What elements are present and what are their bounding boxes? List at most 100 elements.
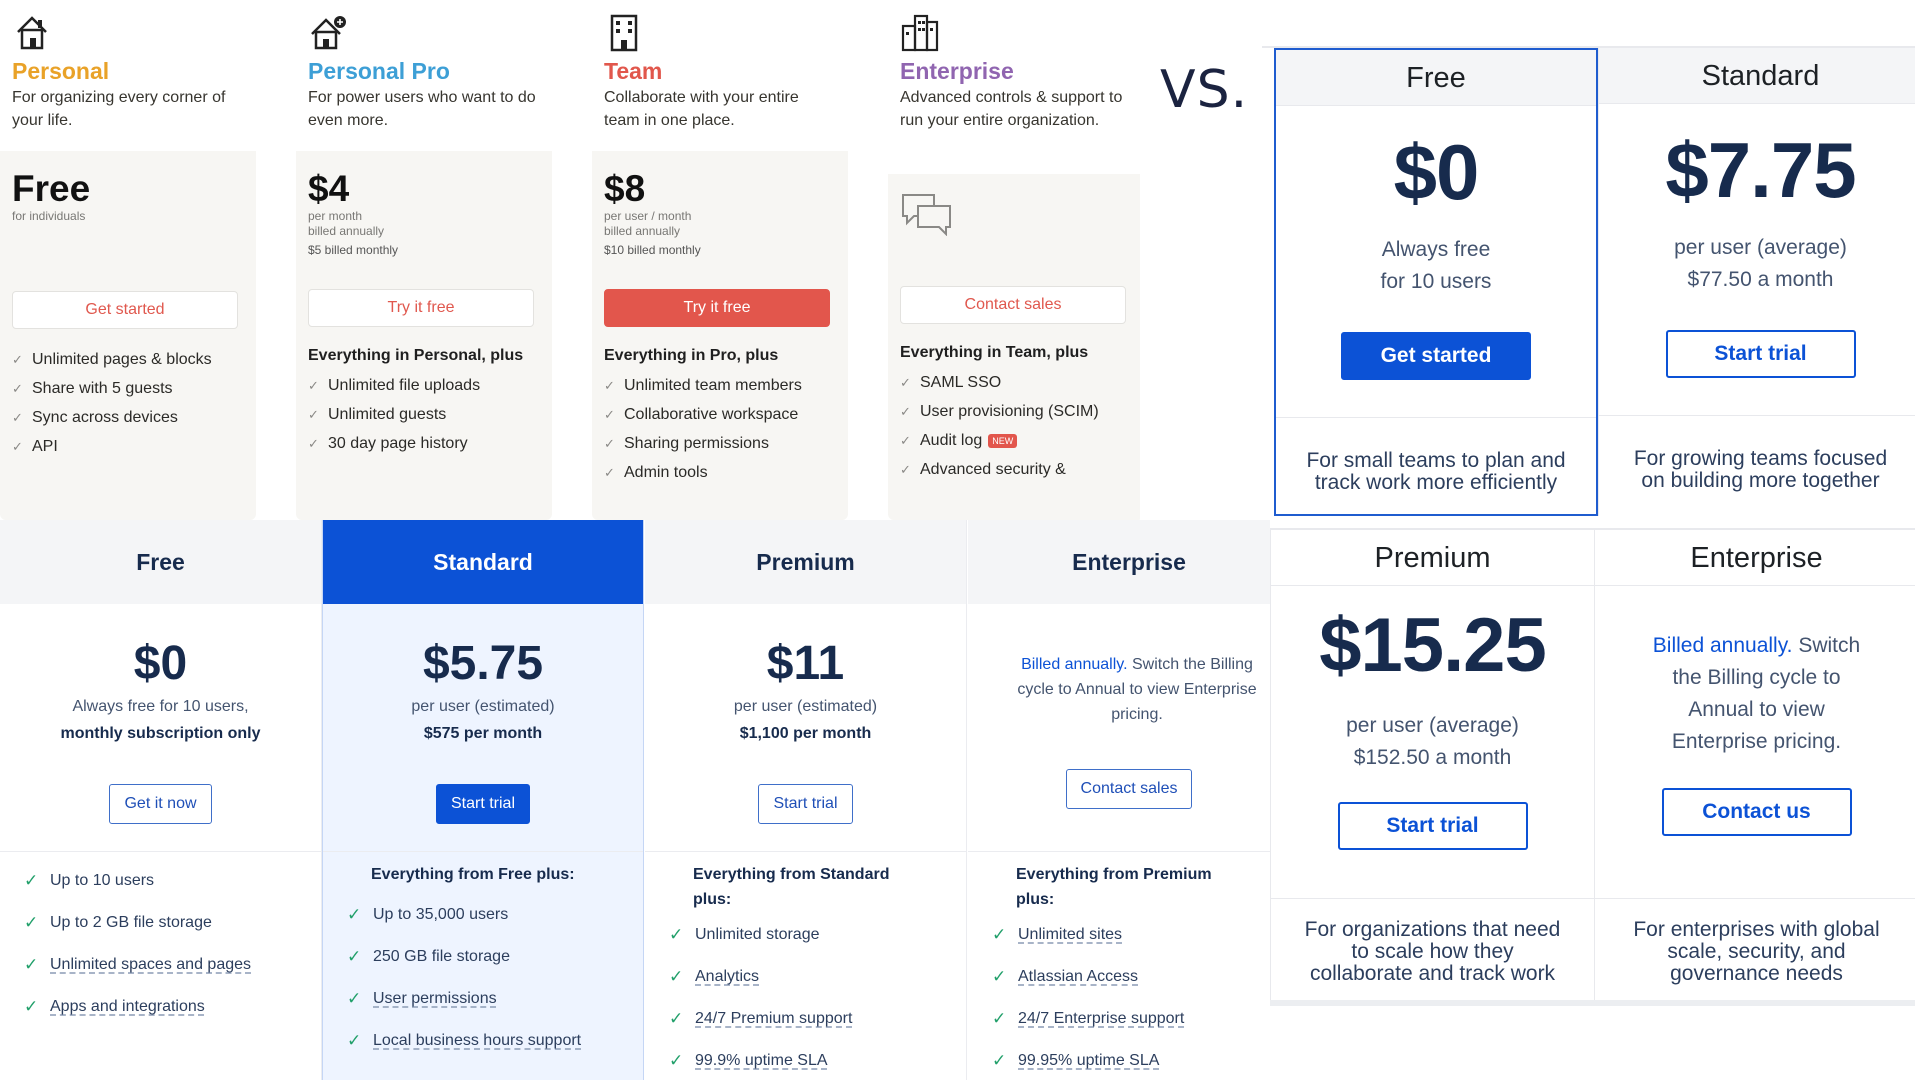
check-icon: ✓ [308,378,319,393]
price-note: per month [308,209,363,223]
list-item: ✓ SAML SSO [900,368,1132,397]
list-item: ✓ 24/7 Enterprise support [992,998,1270,1040]
feature-list: Everything from Premium plus: ✓ Unlimited … [968,852,1270,1080]
list-item: ✓ 30 day page history [308,429,540,458]
price-area: $4 per month billed annually $5 billed m… [296,151,552,269]
check-icon: ✓ [347,1031,362,1050]
check-icon: ✓ [669,925,684,944]
price-subtext: per user (estimated) [411,698,555,715]
list-item: ✓ Unlimited pages & blocks [12,345,244,374]
price-area: $5.75 per user (estimated) $575 per mont… [323,604,643,852]
check-icon: ✓ [347,989,362,1008]
plan-name: Premium [1271,530,1594,586]
price-note: per user / month [604,209,692,223]
plan-description: For enterprises with global scale, secur… [1595,898,1915,985]
plan-description: Advanced controls & support to run your … [900,89,1123,129]
plan-enterprise: Enterprise Billed annually. Switch the B… [1594,530,1915,1002]
plan-price: $15.25 [1319,603,1546,688]
city-icon [901,14,939,52]
get-started-button[interactable]: Get started [12,291,238,329]
plan-name: Enterprise [900,58,1014,84]
plan-header: Personal Pro For power users who want to… [296,0,552,151]
check-icon: ✓ [900,433,911,448]
confluence-pricing-panel: Free $0 Always free for 10 users, monthl… [0,520,1270,1080]
list-item: ✓ Share with 5 guests [12,374,244,403]
list-item: ✓ Unlimited spaces and pages [24,944,321,986]
contact-sales-button[interactable]: Contact sales [1065,769,1193,809]
price-area: $0 Always free for 10 users, monthly sub… [0,604,321,852]
divider [1262,1000,1915,1006]
list-item: ✓ Collaborative workspace [604,400,836,429]
list-item: ✓ Unlimited storage [669,914,966,956]
list-item: ✓ Unlimited team members [604,371,836,400]
plan-description: For small teams to plan and track work m… [1276,417,1596,494]
plan-header: Enterprise Advanced controls & support t… [888,0,1140,174]
list-item: ✓ Unlimited file uploads [308,371,540,400]
plan-description: For organizing every corner of your life… [12,89,226,129]
start-trial-button[interactable]: Start trial [758,784,853,824]
plan-name: Free [1276,50,1596,106]
billed-annually-link[interactable]: Billed annually. [1021,656,1127,673]
list-item: ✓ 250 GB file storage [347,936,643,978]
check-icon: ✓ [900,375,911,390]
building-icon [610,14,638,52]
price-area [888,174,1140,286]
plan-name: Standard [323,520,643,604]
price-subtext-bold: $1,100 per month [739,725,872,742]
start-trial-button[interactable]: Start trial [1337,802,1528,850]
check-icon: ✓ [24,997,39,1016]
price-area: Free for individuals [0,151,256,269]
house-plus-icon [311,16,346,50]
billed-annually-link[interactable]: Billed annually. [1653,634,1793,657]
list-item: ✓ Up to 2 GB file storage [24,902,321,944]
get-it-now-button[interactable]: Get it now [109,784,212,824]
price-monthly: $10 billed monthly [604,243,701,257]
new-badge: NEW [988,433,1018,448]
notion-plan-enterprise: Enterprise Advanced controls & support t… [888,0,1140,520]
check-icon: ✓ [992,925,1007,944]
list-item: ✓ API [12,432,244,461]
plan-price: Free [12,168,91,209]
feature-list: ✓ Unlimited file uploads ✓ Unlimited guest… [308,371,540,458]
start-trial-button[interactable]: Start trial [435,784,530,824]
plan-premium: Premium $15.25 per user (average) $152.5… [1270,530,1594,1002]
try-it-free-button[interactable]: Try it free [308,289,534,327]
list-item: ✓ Audit log NEW [900,426,1132,455]
check-icon: ✓ [992,967,1007,986]
contact-sales-button[interactable]: Contact sales [900,286,1126,324]
features-heading: Everything in Team, plus [900,344,1089,361]
jira-pricing-top: Free $0 Always free for 10 users Get sta… [1262,46,1915,516]
check-icon: ✓ [992,1051,1007,1070]
try-it-free-button[interactable]: Try it free [604,289,830,327]
plan-price: $11 [766,637,845,690]
list-item: ✓ Unlimited sites [992,914,1270,956]
check-icon: ✓ [900,462,911,477]
contact-us-button[interactable]: Contact us [1661,788,1852,836]
enterprise-billing-note: Billed annually. Switch the Billing cycl… [1017,656,1257,723]
feature-list: ✓ SAML SSO ✓ User provisioning (SCIM) ✓ Aud… [900,368,1132,484]
plan-free: Free $0 Always free for 10 users, monthl… [0,520,322,1080]
plan-standard: Standard $7.75 per user (average) $77.50… [1598,48,1915,516]
check-icon: ✓ [604,378,615,393]
check-icon: ✓ [604,407,615,422]
start-trial-button[interactable]: Start trial [1665,330,1856,378]
plan-name: Enterprise [1595,530,1915,586]
price-area: Billed annually. Switch the Billing cycl… [968,604,1270,852]
list-item: ✓ 99.95% uptime SLA [992,1040,1270,1080]
plan-price: $0 [133,637,188,690]
price-subtext: per user (average) $152.50 a month [1346,714,1519,769]
list-item: ✓ 24/7 Premium support [669,998,966,1040]
check-icon: ✓ [12,381,23,396]
check-icon: ✓ [24,955,39,974]
check-icon: ✓ [24,913,39,932]
plan-price: $5.75 [422,637,544,690]
check-icon: ✓ [604,465,615,480]
plan-name: Enterprise [968,520,1270,604]
jira-pricing-bottom: Premium $15.25 per user (average) $152.5… [1270,528,1915,1002]
notion-plan-team: Team Collaborate with your entire team i… [592,0,848,520]
list-item: ✓ Atlassian Access [992,956,1270,998]
list-item: ✓ Local business hours support [347,1020,643,1062]
plan-price: $7.75 [1665,126,1856,214]
get-started-button[interactable]: Get started [1341,332,1531,380]
feature-list: ✓ Up to 10 users ✓ Up to 2 GB file storage… [0,852,321,1028]
